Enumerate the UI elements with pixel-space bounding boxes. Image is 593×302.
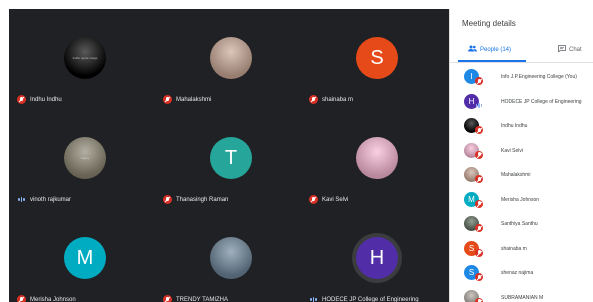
participant-name: Thanasingh Raman [176, 196, 229, 203]
avatar-photo: Indhu quote image [64, 37, 106, 79]
people-list-item[interactable]: Mahalakshmi [464, 163, 593, 185]
participant-name-row: shainaba m [309, 95, 353, 104]
participant-tile[interactable]: Indhu quote image Indhu Indhu [11, 9, 157, 106]
tab-people[interactable]: People (14) [468, 45, 511, 54]
people-list-item[interactable]: SUBRAMANIAN M [464, 286, 593, 302]
tab-chat-label: Chat [569, 46, 582, 53]
avatar-photo: Happy [64, 137, 106, 179]
participant-name: shainaba m [322, 96, 354, 103]
participant-name-row: Merisha Johnson [17, 295, 76, 302]
participant-name-row: TRENDY TAMIZHA [163, 295, 228, 302]
mic-off-icon [475, 273, 483, 281]
panel-title: Meeting details [462, 19, 516, 28]
mic-off-icon [475, 248, 483, 257]
meeting-video-grid: Indhu quote image Indhu Indhu Mahalakshmi S… [9, 9, 449, 302]
person-name: SUBRAMANIAN M [501, 294, 544, 301]
participant-name: HODECE JP College of Engineering [322, 296, 419, 302]
mic-off-icon [17, 295, 26, 302]
participant-name-row: Mahalakshmi [163, 95, 211, 104]
tab-chat[interactable]: Chat [558, 45, 582, 54]
people-list-item[interactable]: Indhu Indhu [464, 114, 593, 136]
mic-off-icon [475, 175, 483, 183]
mic-off-icon [163, 295, 172, 302]
avatar: H [356, 237, 398, 279]
participant-name: Kavi Selvi [322, 196, 349, 203]
participant-name-row: Kavi Selvi [309, 195, 348, 204]
participant-name: vinoth rajkumar [30, 196, 72, 203]
mic-off-icon [17, 95, 26, 104]
avatar-photo-text: Indhu quote image [72, 56, 98, 60]
tab-people-label: People (14) [480, 46, 512, 53]
participant-tile[interactable]: TRENDY TAMIZHA [157, 209, 303, 302]
participant-tile[interactable]: Sshainaba m [303, 9, 449, 106]
speaking-indicator-icon [475, 102, 483, 110]
speaking-indicator-icon [17, 195, 26, 204]
people-icon [468, 45, 477, 54]
mic-off-icon [475, 297, 483, 302]
speaking-indicator-icon [309, 295, 318, 302]
participant-name-row: Thanasingh Raman [163, 195, 228, 204]
participant-tile[interactable]: H HODECE JP College of Engineering [303, 209, 449, 302]
participant-tile[interactable]: M Merisha Johnson [11, 209, 157, 302]
meeting-details-panel: Meeting details People (14) Chat I Info J… [449, 9, 593, 302]
participant-name-row: HODECE JP College of Engineering [309, 295, 419, 302]
tab-divider [450, 62, 593, 63]
participant-tile[interactable]: Kavi Selvi [303, 109, 449, 206]
participant-name: Mahalakshmi [176, 96, 212, 103]
participant-name: Indhu Indhu [30, 96, 62, 103]
people-list-item[interactable]: Sshainaba m [464, 237, 593, 259]
participant-tile[interactable]: Happy vinoth rajkumar [11, 109, 157, 206]
mic-off-icon [475, 150, 483, 159]
mic-off-icon [163, 195, 172, 204]
avatar: M [64, 237, 106, 279]
person-name: shainaba m [501, 245, 527, 252]
avatar-letter: I [470, 72, 473, 81]
people-list-item[interactable]: Santhiya Santhu [464, 212, 593, 234]
person-name: Merisha Johnson [501, 196, 540, 203]
person-name: Indhu Indhu [501, 123, 528, 129]
person-name: Info J.P.Engineering College (You) [501, 74, 577, 80]
avatar-photo [210, 37, 252, 79]
person-name: Mahalakshmi [501, 172, 531, 178]
people-list-item[interactable]: I Info J.P.Engineering College (You) [464, 65, 593, 87]
avatar: S [356, 37, 398, 79]
avatar-letter: S [370, 46, 384, 69]
avatar-photo-text: Happy [80, 156, 90, 160]
avatar-letter: H [369, 246, 385, 269]
avatar-letter: M [468, 194, 475, 204]
people-list-item[interactable]: Kavi Selvi [464, 139, 593, 161]
avatar-letter: T [224, 146, 238, 169]
avatar-photo [210, 237, 252, 279]
people-list-item[interactable]: Sshenaz najima [464, 261, 593, 283]
participant-name-row: Indhu Indhu [17, 95, 62, 104]
mic-off-icon [475, 77, 483, 85]
participant-tile[interactable]: T Thanasingh Raman [157, 109, 303, 206]
participant-tile[interactable]: Mahalakshmi [157, 9, 303, 106]
participant-name-row: vinoth rajkumar [17, 195, 71, 204]
person-name: Kavi Selvi [501, 147, 523, 154]
mic-off-icon [309, 95, 318, 104]
avatar-letter: H [468, 96, 475, 106]
person-name: Santhiya Santhu [501, 221, 538, 227]
chat-icon [558, 45, 566, 54]
avatar-letter: M [76, 246, 94, 269]
people-list-item[interactable]: H HODECE JP College of Engineering [464, 90, 593, 112]
person-name: shenaz najima [501, 270, 534, 276]
people-list-item[interactable]: M Merisha Johnson [464, 188, 593, 210]
mic-off-icon [163, 95, 172, 104]
mic-off-icon [475, 126, 483, 134]
participant-name: TRENDY TAMIZHA [176, 296, 229, 302]
participant-name: Merisha Johnson [30, 296, 76, 302]
mic-off-icon [475, 224, 483, 232]
avatar: T [210, 137, 252, 179]
avatar-photo [356, 137, 398, 179]
mic-off-icon [475, 199, 483, 208]
avatar-letter: S [468, 268, 475, 277]
avatar-letter: S [468, 243, 475, 253]
person-name: HODECE JP College of Engineering [501, 98, 582, 105]
mic-off-icon [309, 195, 318, 204]
